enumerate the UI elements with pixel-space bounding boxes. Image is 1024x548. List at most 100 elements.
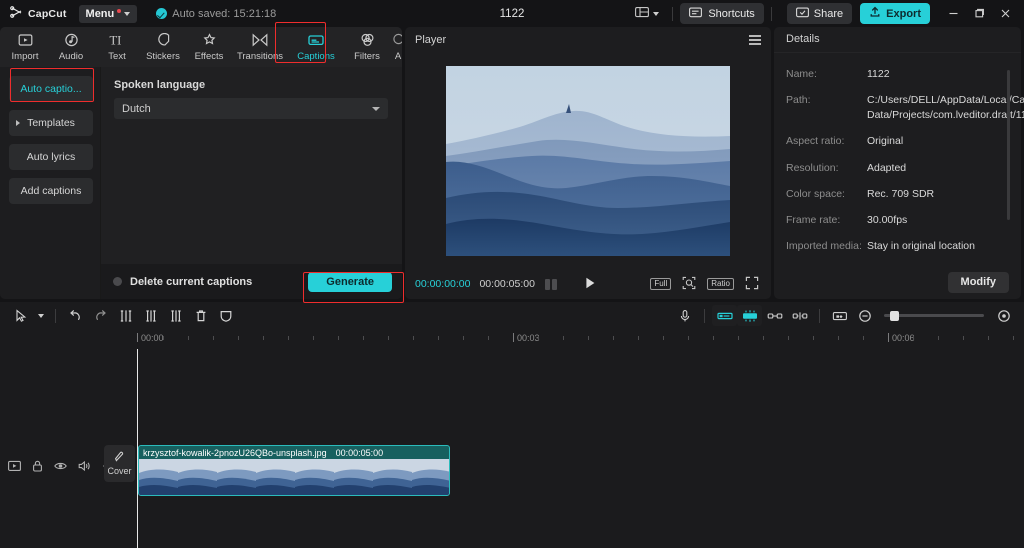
timeline-clip[interactable]: krzysztof-kowalik-2pnozU26QBo-unsplash.j… <box>138 445 450 496</box>
timeline-toolbar <box>0 302 1024 329</box>
delete-button[interactable] <box>188 305 213 326</box>
details-value: 30.00fps <box>867 213 907 228</box>
generate-button[interactable]: Generate <box>308 272 392 292</box>
trim-right-button[interactable] <box>163 305 188 326</box>
adsorption-toggle[interactable] <box>737 305 762 326</box>
cover-label: Cover <box>107 466 131 476</box>
tab-stickers[interactable]: Stickers <box>140 28 186 66</box>
eye-icon[interactable] <box>54 460 67 472</box>
chevron-down-icon <box>653 12 659 16</box>
zoom-out-button[interactable] <box>852 305 877 326</box>
zoom-fit-button[interactable] <box>991 305 1016 326</box>
tab-label: A <box>395 51 401 62</box>
timeline-ruler[interactable]: 00:00 00:03 00:06 00:09 00:12 <box>0 329 1024 349</box>
video-track-icon[interactable] <box>8 460 21 472</box>
tab-text[interactable]: TI Text <box>94 28 140 66</box>
tab-adjustment[interactable]: A <box>390 28 402 66</box>
ruler-label: 00:03 <box>517 333 540 343</box>
clip-thumbnail <box>295 459 334 495</box>
microphone-button[interactable] <box>672 305 697 326</box>
chevron-down-icon <box>124 12 130 16</box>
clip-thumbnail <box>217 459 256 495</box>
timeline-toolbar-right <box>672 305 1016 326</box>
ratio-button[interactable]: Ratio <box>707 278 734 290</box>
hamburger-icon[interactable] <box>749 35 761 45</box>
tab-audio[interactable]: Audio <box>48 28 94 66</box>
clip-header: krzysztof-kowalik-2pnozU26QBo-unsplash.j… <box>139 446 449 459</box>
mask-button[interactable] <box>213 305 238 326</box>
share-label: Share <box>814 8 843 20</box>
lock-icon[interactable] <box>32 460 43 472</box>
details-list: Name: 1122 Path: C:/Users/DELL/AppData/L… <box>774 53 1021 266</box>
trim-left-button[interactable] <box>138 305 163 326</box>
auto-fit-toggle[interactable] <box>712 305 737 326</box>
layout-button[interactable] <box>629 4 665 23</box>
maximize-button[interactable] <box>966 3 992 25</box>
ruler-label: 00:06 <box>892 333 915 343</box>
speaker-icon[interactable] <box>78 460 91 472</box>
tab-transitions[interactable]: Transitions <box>232 28 288 66</box>
minimize-button[interactable] <box>940 3 966 25</box>
svg-text:TI: TI <box>109 34 121 48</box>
close-button[interactable] <box>992 3 1018 25</box>
export-icon <box>869 6 881 21</box>
modify-button[interactable]: Modify <box>948 272 1009 293</box>
player-panel: Player <box>405 27 771 299</box>
chevron-down-icon <box>38 314 44 318</box>
auto-captions-footer: Delete current captions Generate <box>101 264 402 299</box>
clip-thumbnail <box>334 459 373 495</box>
captions-sidebar: Auto captio... Templates Auto lyrics Add… <box>0 67 100 299</box>
divider <box>672 7 673 21</box>
timeline-panel: 00:00 00:03 00:06 00:09 00:12 <box>0 302 1024 548</box>
fullscreen-icon[interactable] <box>745 276 759 293</box>
sidebar-item-templates[interactable]: Templates <box>9 110 93 136</box>
play-icon[interactable] <box>583 276 597 293</box>
delete-current-captions-radio[interactable] <box>113 277 122 286</box>
unlink-button[interactable] <box>787 305 812 326</box>
link-button[interactable] <box>762 305 787 326</box>
title-bar: CapCut Menu Auto saved: 15:21:18 1122 <box>0 0 1024 27</box>
timeline-zoom-slider[interactable] <box>884 314 984 317</box>
details-key: Path: <box>786 93 867 123</box>
track-gutter <box>0 349 100 548</box>
redo-button[interactable] <box>88 305 113 326</box>
share-button[interactable]: Share <box>787 3 852 24</box>
sidebar-item-auto-lyrics[interactable]: Auto lyrics <box>9 144 93 170</box>
details-row: Aspect ratio: Original <box>786 134 1011 149</box>
details-row: Imported media: Stay in original locatio… <box>786 239 1011 254</box>
shortcuts-button[interactable]: Shortcuts <box>680 3 763 24</box>
player-stage <box>405 53 771 269</box>
playhead[interactable] <box>137 349 138 548</box>
cover-button[interactable]: Cover <box>104 445 135 482</box>
tab-label: Captions <box>297 51 335 62</box>
tab-captions[interactable]: Captions <box>288 28 344 66</box>
details-value: C:/Users/DELL/AppData/Local/CapCut/User … <box>867 93 1024 123</box>
tab-label: Audio <box>59 51 83 62</box>
tab-effects[interactable]: Effects <box>186 28 232 66</box>
details-key: Resolution: <box>786 161 867 176</box>
sidebar-item-auto-captions[interactable]: Auto captio... <box>9 76 93 102</box>
sidebar-item-add-captions[interactable]: Add captions <box>9 178 93 204</box>
split-button[interactable] <box>113 305 138 326</box>
export-button[interactable]: Export <box>860 3 930 24</box>
spoken-language-select[interactable]: Dutch <box>114 98 388 119</box>
tab-filters[interactable]: Filters <box>344 28 390 66</box>
sidebar-item-label: Add captions <box>21 185 82 197</box>
clip-name: krzysztof-kowalik-2pnozU26QBo-unsplash.j… <box>143 448 327 458</box>
cursor-tool-dropdown[interactable] <box>33 305 48 326</box>
cursor-tool-button[interactable] <box>8 305 33 326</box>
zoom-slider-handle[interactable] <box>890 311 899 321</box>
tab-label: Transitions <box>237 51 283 62</box>
check-circle-icon <box>156 8 167 19</box>
tab-label: Stickers <box>146 51 180 62</box>
undo-button[interactable] <box>63 305 88 326</box>
pen-icon <box>114 451 126 465</box>
keyframe-button[interactable] <box>827 305 852 326</box>
menu-button[interactable]: Menu <box>79 5 138 23</box>
clip-thumbnail <box>178 459 217 495</box>
zoom-fit-icon[interactable] <box>682 276 696 293</box>
capcut-logo-icon <box>10 5 24 23</box>
split-view-icon[interactable] <box>545 279 557 290</box>
full-button[interactable]: Full <box>650 278 671 290</box>
tab-import[interactable]: Import <box>2 28 48 66</box>
